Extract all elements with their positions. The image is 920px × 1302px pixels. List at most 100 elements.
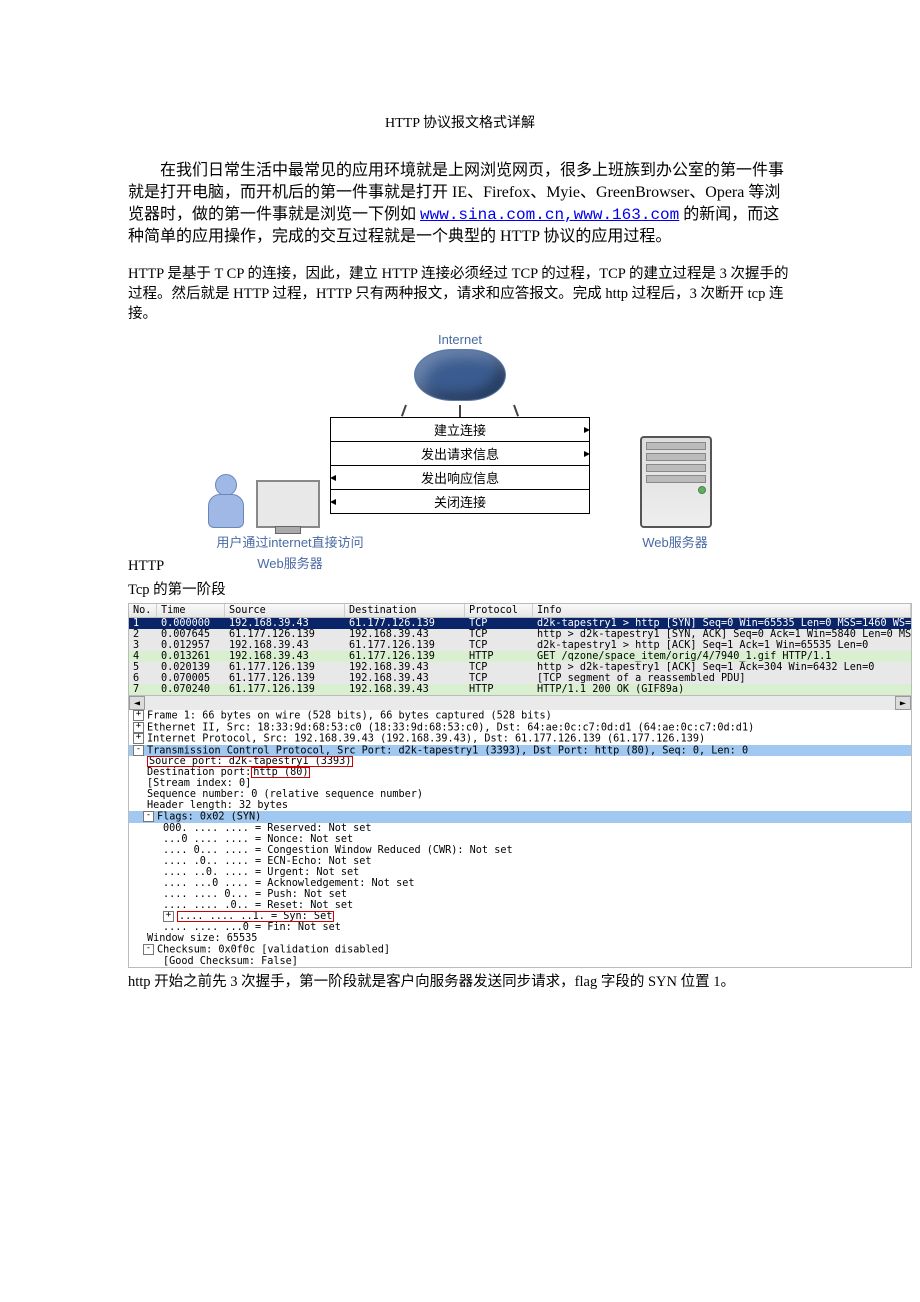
expand-icon[interactable]: + bbox=[133, 710, 144, 721]
collapse-icon[interactable]: - bbox=[143, 944, 154, 955]
tree-ip[interactable]: +Internet Protocol, Src: 192.168.39.43 (… bbox=[129, 733, 911, 745]
tree-dstport[interactable]: Destination port: http (80) bbox=[129, 767, 911, 778]
cell-src: 61.177.126.139 bbox=[225, 684, 345, 695]
scroll-left-icon[interactable]: ◄ bbox=[129, 696, 145, 710]
packet-row[interactable]: 40.013261192.168.39.4361.177.126.139HTTP… bbox=[129, 651, 911, 662]
cell-proto: TCP bbox=[465, 673, 533, 684]
server-label: Web服务器 bbox=[620, 532, 730, 551]
cell-dst: 61.177.126.139 bbox=[345, 618, 465, 629]
flag-syn[interactable]: +.... .... ..1. = Syn: Set bbox=[129, 911, 911, 923]
tree-flags[interactable]: -Flags: 0x02 (SYN) bbox=[129, 811, 911, 823]
tree-win[interactable]: Window size: 65535 bbox=[129, 933, 911, 944]
wireshark-panel: No. Time Source Destination Protocol Inf… bbox=[128, 603, 912, 968]
scroll-right-icon[interactable]: ► bbox=[895, 696, 911, 710]
intro-paragraph: 在我们日常生活中最常见的应用环境就是上网浏览网页，很多上班族到办公室的第一件事就… bbox=[128, 160, 792, 248]
internet-label: Internet bbox=[190, 332, 730, 347]
packet-row[interactable]: 30.012957192.168.39.4361.177.126.139TCPd… bbox=[129, 640, 911, 651]
col-time: Time bbox=[157, 604, 225, 617]
cell-time: 0.070240 bbox=[157, 684, 225, 695]
cell-time: 0.007645 bbox=[157, 629, 225, 640]
cell-info: d2k-tapestry1 > http [SYN] Seq=0 Win=655… bbox=[533, 618, 911, 629]
tree-cksum[interactable]: -Checksum: 0x0f0c [validation disabled] bbox=[129, 944, 911, 956]
cell-dst: 61.177.126.139 bbox=[345, 651, 465, 662]
cell-time: 0.000000 bbox=[157, 618, 225, 629]
col-src: Source bbox=[225, 604, 345, 617]
flow-row: 建立连接 bbox=[330, 417, 590, 442]
flow-rows: 建立连接 发出请求信息 发出响应信息 关闭连接 bbox=[330, 417, 590, 514]
monitor-icon bbox=[256, 480, 320, 528]
user-icon bbox=[207, 474, 245, 528]
flow-row: 发出请求信息 bbox=[330, 442, 590, 466]
cell-dst: 61.177.126.139 bbox=[345, 640, 465, 651]
cloud-lines bbox=[405, 405, 515, 417]
flag-urgent[interactable]: .... ..0. .... = Urgent: Not set bbox=[129, 867, 911, 878]
cell-no: 1 bbox=[129, 618, 157, 629]
cell-time: 0.070005 bbox=[157, 673, 225, 684]
cell-no: 4 bbox=[129, 651, 157, 662]
packet-details[interactable]: +Frame 1: 66 bytes on wire (528 bits), 6… bbox=[129, 710, 911, 967]
cell-proto: TCP bbox=[465, 618, 533, 629]
flag-reset[interactable]: .... .... .0.. = Reset: Not set bbox=[129, 900, 911, 911]
flag-push[interactable]: .... .... 0... = Push: Not set bbox=[129, 889, 911, 900]
flag-ecn[interactable]: .... .0.. .... = ECN-Echo: Not set bbox=[129, 856, 911, 867]
server-actor bbox=[640, 436, 730, 528]
cell-src: 61.177.126.139 bbox=[225, 629, 345, 640]
flag-ack[interactable]: .... ...0 .... = Acknowledgement: Not se… bbox=[129, 878, 911, 889]
flow-row: 发出响应信息 bbox=[330, 466, 590, 490]
packet-row[interactable]: 70.07024061.177.126.139192.168.39.43HTTP… bbox=[129, 684, 911, 695]
tree-hdrlen[interactable]: Header length: 32 bytes bbox=[129, 800, 911, 811]
expand-icon[interactable]: + bbox=[133, 733, 144, 744]
cell-proto: TCP bbox=[465, 640, 533, 651]
client-label-2: Web服务器 bbox=[190, 553, 390, 572]
cell-info: [TCP segment of a reassembled PDU] bbox=[533, 673, 911, 684]
tree-tcp[interactable]: -Transmission Control Protocol, Src Port… bbox=[129, 745, 911, 757]
packet-row[interactable]: 10.000000192.168.39.4361.177.126.139TCPd… bbox=[129, 618, 911, 629]
cell-proto: TCP bbox=[465, 629, 533, 640]
packet-row[interactable]: 60.07000561.177.126.139192.168.39.43TCP[… bbox=[129, 673, 911, 684]
client-label-1: 用户通过internet直接访问 bbox=[190, 532, 390, 551]
cell-info: http > d2k-tapestry1 [SYN, ACK] Seq=0 Ac… bbox=[533, 629, 911, 640]
cell-src: 192.168.39.43 bbox=[225, 651, 345, 662]
cell-no: 2 bbox=[129, 629, 157, 640]
tree-good-cksum[interactable]: [Good Checksum: False] bbox=[129, 956, 911, 967]
col-dst: Destination bbox=[345, 604, 465, 617]
cell-info: http > d2k-tapestry1 [ACK] Seq=1 Ack=304… bbox=[533, 662, 911, 673]
expand-icon[interactable]: + bbox=[163, 911, 174, 922]
cell-time: 0.012957 bbox=[157, 640, 225, 651]
cell-src: 61.177.126.139 bbox=[225, 662, 345, 673]
row-lbl: 建立连接 bbox=[434, 423, 486, 438]
flag-cwr[interactable]: .... 0... .... = Congestion Window Reduc… bbox=[129, 845, 911, 856]
collapse-icon[interactable]: - bbox=[143, 811, 154, 822]
news-links[interactable]: www.sina.com.cn,www.163.com bbox=[420, 206, 679, 224]
cell-src: 192.168.39.43 bbox=[225, 618, 345, 629]
cell-info: HTTP/1.1 200 OK (GIF89a) bbox=[533, 684, 911, 695]
cell-dst: 192.168.39.43 bbox=[345, 629, 465, 640]
cell-proto: HTTP bbox=[465, 651, 533, 662]
cell-no: 3 bbox=[129, 640, 157, 651]
flag-nonce[interactable]: ...0 .... .... = Nonce: Not set bbox=[129, 834, 911, 845]
flag-fin[interactable]: .... .... ...0 = Fin: Not set bbox=[129, 922, 911, 933]
cell-proto: HTTP bbox=[465, 684, 533, 695]
packet-row[interactable]: 20.00764561.177.126.139192.168.39.43TCPh… bbox=[129, 629, 911, 640]
expand-icon[interactable]: + bbox=[133, 722, 144, 733]
cell-info: GET /qzone/space_item/orig/4/7940_1.gif … bbox=[533, 651, 911, 662]
cell-dst: 192.168.39.43 bbox=[345, 673, 465, 684]
cloud-icon bbox=[414, 349, 506, 401]
packet-row[interactable]: 50.02013961.177.126.139192.168.39.43TCPh… bbox=[129, 662, 911, 673]
tree-srcport[interactable]: Source port: d2k-tapestry1 (3393) bbox=[129, 756, 911, 767]
packet-list-header[interactable]: No. Time Source Destination Protocol Inf… bbox=[129, 604, 911, 618]
cell-dst: 192.168.39.43 bbox=[345, 684, 465, 695]
cell-src: 192.168.39.43 bbox=[225, 640, 345, 651]
tree-seq[interactable]: Sequence number: 0 (relative sequence nu… bbox=[129, 789, 911, 800]
cell-no: 6 bbox=[129, 673, 157, 684]
scrollbar[interactable]: ◄ ► bbox=[129, 695, 911, 710]
tree-eth[interactable]: +Ethernet II, Src: 18:33:9d:68:53:c0 (18… bbox=[129, 722, 911, 734]
packet-list[interactable]: 10.000000192.168.39.4361.177.126.139TCPd… bbox=[129, 618, 911, 695]
server-icon bbox=[640, 436, 712, 528]
tree-frame[interactable]: +Frame 1: 66 bytes on wire (528 bits), 6… bbox=[129, 710, 911, 722]
tree-stream[interactable]: [Stream index: 0] bbox=[129, 778, 911, 789]
collapse-icon[interactable]: - bbox=[133, 745, 144, 756]
flag-reserved[interactable]: 000. .... .... = Reserved: Not set bbox=[129, 823, 911, 834]
cell-proto: TCP bbox=[465, 662, 533, 673]
cell-time: 0.020139 bbox=[157, 662, 225, 673]
